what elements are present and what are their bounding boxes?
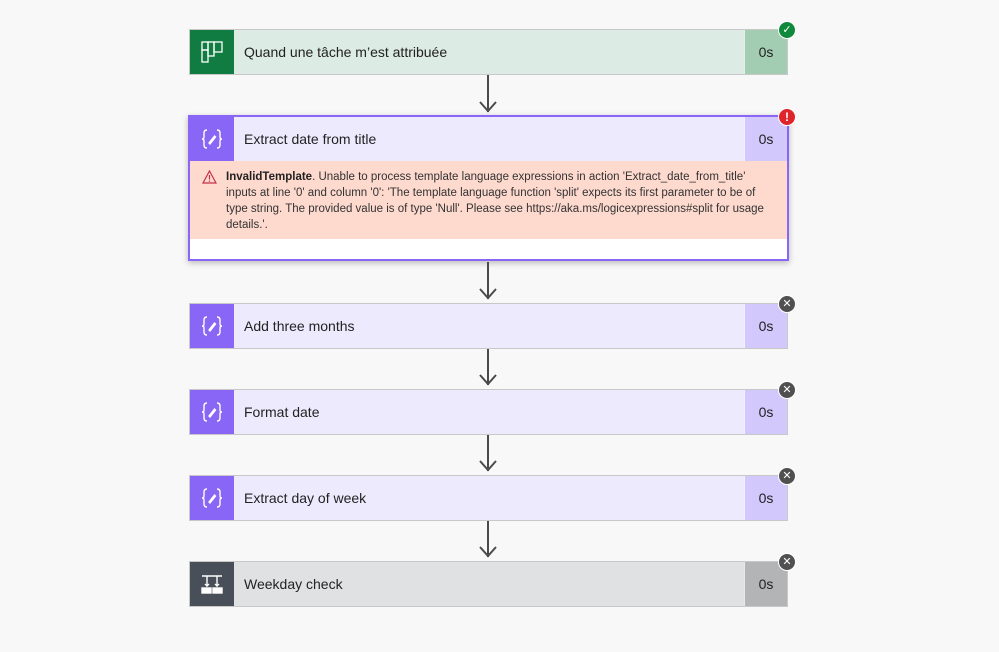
arrow-down-icon: [479, 546, 497, 558]
error-text: InvalidTemplate. Unable to process templ…: [226, 169, 775, 233]
step-card-extract-day-of-week[interactable]: Extract day of week 0s ✕: [189, 467, 796, 521]
condition-icon: [190, 562, 234, 606]
close-icon: ✕: [778, 553, 796, 571]
error-footer: [190, 239, 787, 259]
compose-expression-icon: [190, 117, 234, 161]
step-title: Weekday check: [234, 562, 744, 606]
step-card-format-date[interactable]: Format date 0s ✕: [189, 381, 796, 435]
close-icon: ✕: [778, 381, 796, 399]
planner-icon: [190, 30, 234, 74]
step-card-trigger[interactable]: Quand une tâche m’est attribuée 0s ✓: [189, 21, 796, 75]
arrow-down-icon: [479, 101, 497, 113]
step-title: Extract date from title: [234, 117, 744, 161]
step-card-extract-date[interactable]: Extract date from title 0s InvalidTempla…: [188, 108, 796, 261]
compose-expression-icon: [190, 304, 234, 348]
step-title: Add three months: [234, 304, 744, 348]
compose-expression-icon: [190, 390, 234, 434]
compose-expression-icon: [190, 476, 234, 520]
arrow-down-icon: [479, 288, 497, 300]
step-title: Format date: [234, 390, 744, 434]
arrow-down-icon: [479, 374, 497, 386]
error-code: InvalidTemplate: [226, 171, 313, 183]
error-message-panel: InvalidTemplate. Unable to process templ…: [190, 161, 787, 239]
close-icon: ✕: [778, 467, 796, 485]
step-card-add-three-months[interactable]: Add three months 0s ✕: [189, 295, 796, 349]
warning-icon: [201, 169, 226, 233]
step-card-weekday-check[interactable]: Weekday check 0s ✕: [189, 553, 796, 607]
checkmark-icon: ✓: [778, 21, 796, 39]
step-title: Extract day of week: [234, 476, 744, 520]
step-title: Quand une tâche m’est attribuée: [234, 30, 744, 74]
exclamation-icon: !: [778, 108, 796, 126]
arrow-down-icon: [479, 460, 497, 472]
close-icon: ✕: [778, 295, 796, 313]
